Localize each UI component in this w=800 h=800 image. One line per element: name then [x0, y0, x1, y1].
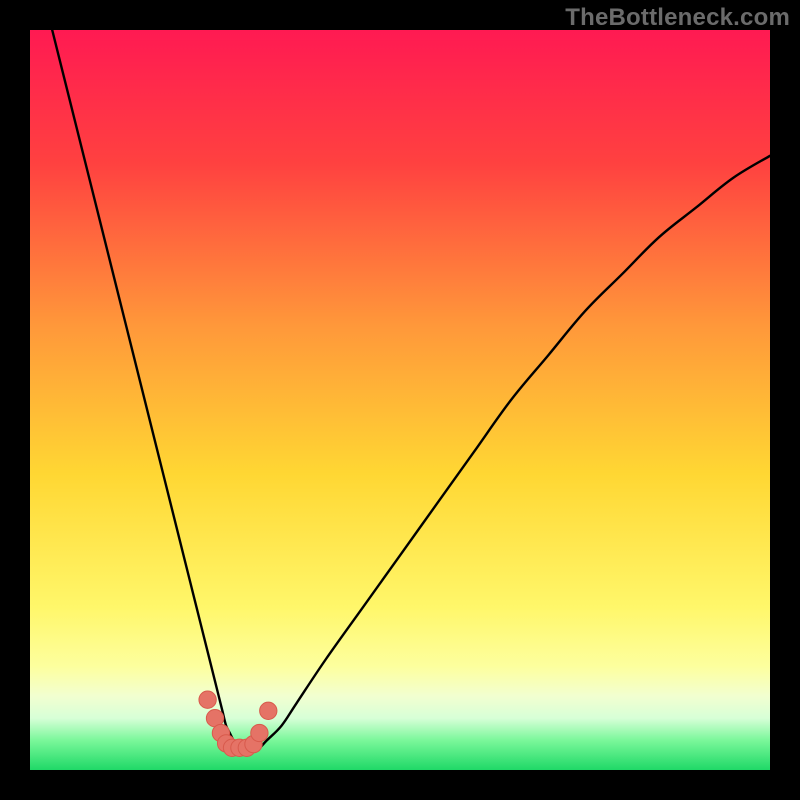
- watermark-text: TheBottleneck.com: [565, 4, 790, 32]
- datapoint-marker: [251, 724, 268, 741]
- datapoint-marker: [199, 691, 216, 708]
- datapoint-marker: [260, 702, 277, 719]
- chart-frame: TheBottleneck.com: [0, 0, 800, 800]
- gradient-background: [30, 30, 770, 770]
- plot-area: [30, 30, 770, 770]
- chart-svg: [30, 30, 770, 770]
